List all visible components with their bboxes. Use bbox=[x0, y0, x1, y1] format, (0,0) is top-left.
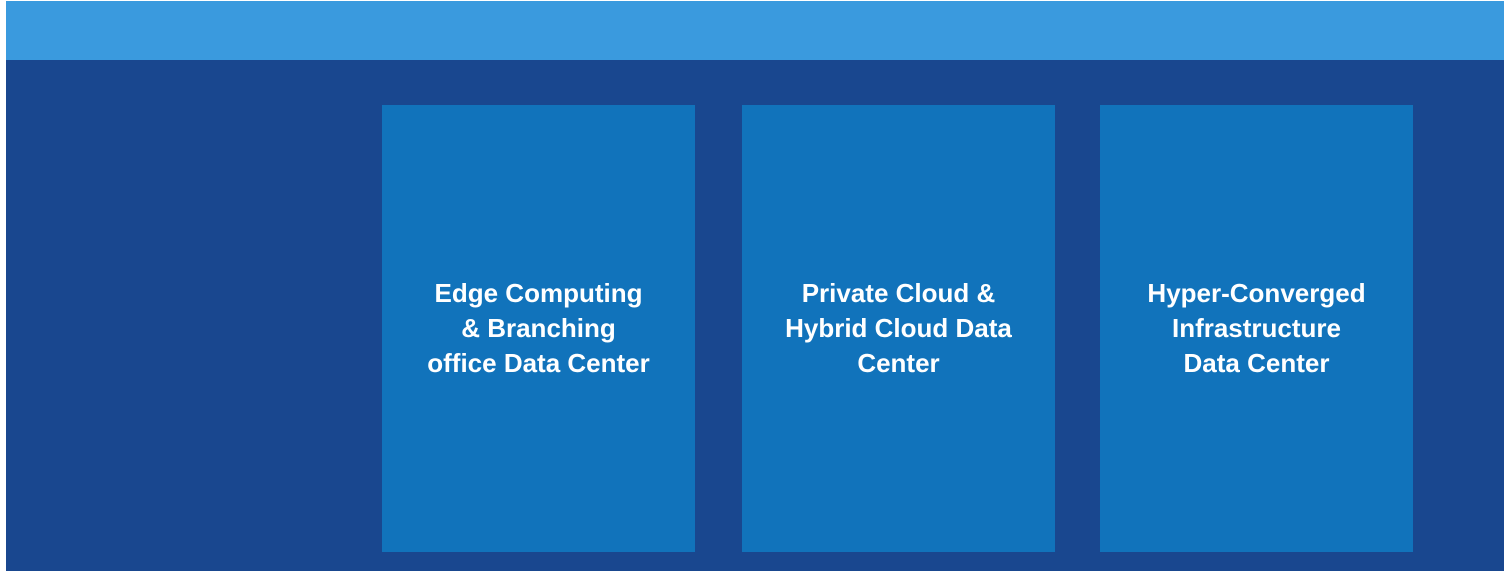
panel-label-line: Private Cloud & bbox=[801, 278, 996, 308]
panel-label: Private Cloud & Hybrid Cloud Data Center bbox=[754, 276, 1044, 381]
panel-hyper-converged: Hyper-Converged Infrastructure Data Cent… bbox=[1100, 105, 1413, 552]
panel-label: Hyper-Converged Infrastructure Data Cent… bbox=[1112, 276, 1402, 381]
panel-label-line: Hybrid Cloud Data bbox=[785, 313, 1012, 343]
panel-label: Edge Computing & Branching office Data C… bbox=[394, 276, 684, 381]
panel-private-hybrid-cloud: Private Cloud & Hybrid Cloud Data Center bbox=[742, 105, 1055, 552]
diagram-background: Edge Computing & Branching office Data C… bbox=[6, 1, 1504, 571]
panel-label-line: office Data Center bbox=[427, 348, 650, 378]
top-band bbox=[6, 1, 1504, 60]
panel-edge-computing: Edge Computing & Branching office Data C… bbox=[382, 105, 695, 552]
panel-label-line: Data Center bbox=[1183, 348, 1330, 378]
panel-label-line: Infrastructure bbox=[1171, 313, 1342, 343]
panel-label-line: & Branching bbox=[461, 313, 616, 343]
panel-label-line: Hyper-Converged bbox=[1147, 278, 1366, 308]
panel-label-line: Center bbox=[857, 348, 940, 378]
panel-label-line: Edge Computing bbox=[434, 278, 643, 308]
